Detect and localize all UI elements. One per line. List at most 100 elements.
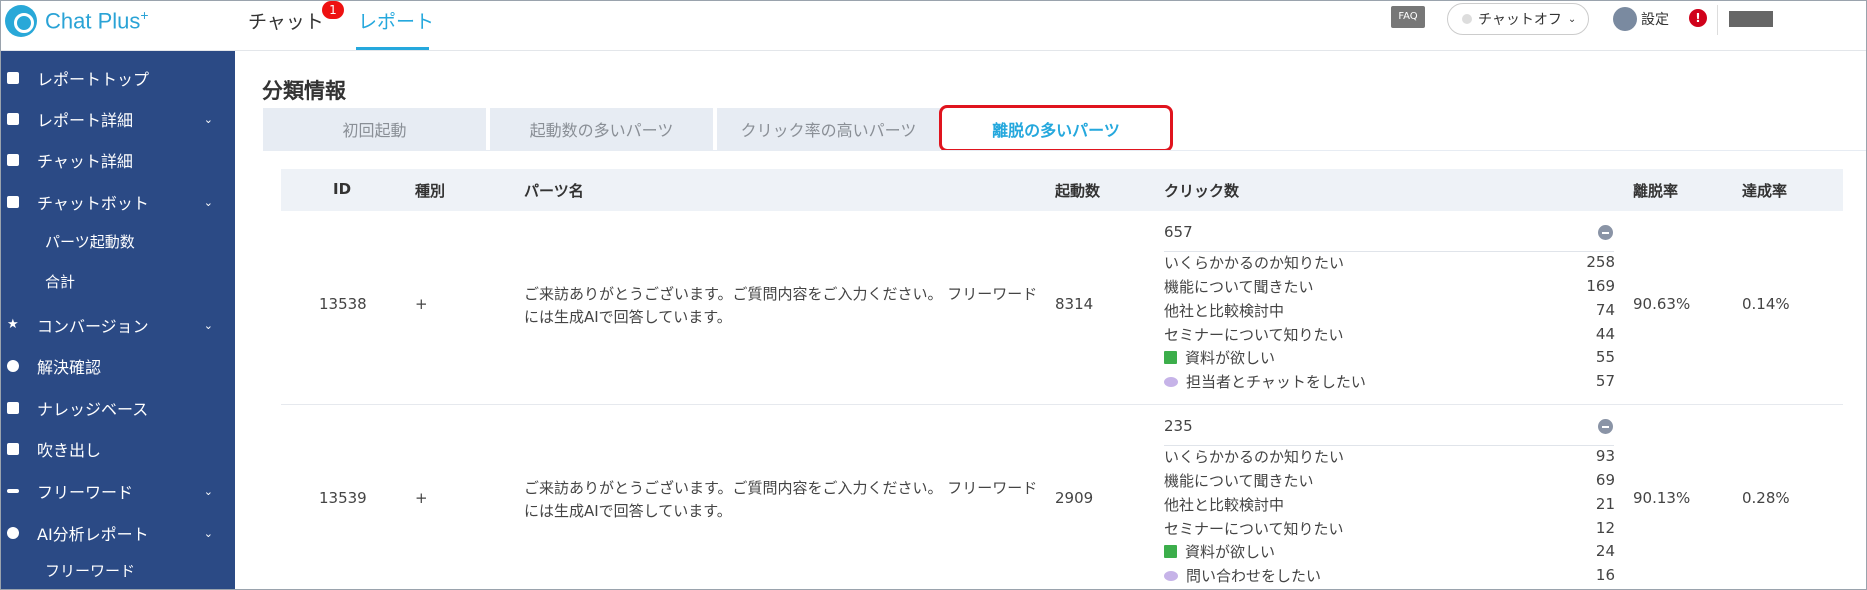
table-row: 13539 + ご来訪ありがとうございます。ご質問内容をご入力ください。 フリー… <box>281 405 1843 589</box>
active-tab-highlight <box>939 105 1173 152</box>
option-value: 12 <box>1595 519 1615 537</box>
row-achieve-rate: 0.14% <box>1742 295 1790 313</box>
active-nav-underline <box>356 47 429 50</box>
row-launches: 2909 <box>1055 489 1094 507</box>
chevron-down-icon: ⌄ <box>203 112 213 126</box>
report-icon <box>7 113 19 125</box>
chevron-down-icon: ⌄ <box>203 526 213 540</box>
option-value: 69 <box>1595 471 1615 489</box>
tab-first-launch[interactable]: 初回起動 <box>263 108 486 150</box>
sidebar-item-chatbot[interactable]: チャットボット ⌄ <box>1 185 235 219</box>
sidebar-item-knowledge-base[interactable]: ナレッジベース <box>1 391 235 425</box>
row-id: 13538 <box>319 295 367 313</box>
sidebar-item-chat-detail[interactable]: チャット詳細 <box>1 143 235 177</box>
page-title: 分類情報 <box>262 79 346 103</box>
green-book-icon <box>1164 351 1177 364</box>
sidebar-subitem-parts-launch[interactable]: パーツ起動数 <box>45 231 135 252</box>
chevron-down-icon: ⌄ <box>203 195 213 209</box>
option-label: 他社と比較検討中 <box>1164 496 1285 514</box>
book-icon <box>7 402 19 414</box>
option-value: 93 <box>1595 447 1615 465</box>
sidebar-item-free-word[interactable]: フリーワード ⌄ <box>1 474 235 508</box>
row-click-total: 657 <box>1164 223 1193 241</box>
alert-icon[interactable]: ! <box>1689 9 1707 27</box>
sidebar-item-label: レポート詳細 <box>37 111 134 130</box>
option-label-with-icon: 担当者とチャットをしたい <box>1164 371 1366 392</box>
row-bounce-rate: 90.63% <box>1633 295 1691 313</box>
sidebar-item-resolution[interactable]: 解決確認 <box>1 349 235 383</box>
table-header: ID 種別 パーツ名 起動数 クリック数 離脱率 達成率 <box>281 169 1843 211</box>
col-clicks: クリック数 <box>1164 182 1240 200</box>
row-id: 13539 <box>319 489 367 507</box>
col-bounce: 離脱率 <box>1633 182 1679 200</box>
sidebar-item-report-detail[interactable]: レポート詳細 ⌄ <box>1 102 235 136</box>
chevron-down-icon: ⌄ <box>203 484 213 498</box>
speech-bubble-icon <box>1164 377 1178 387</box>
sidebar-item-label: 解決確認 <box>37 358 102 377</box>
chat-notification-badge: 1 <box>322 1 344 19</box>
sidebar-item-label: レポートトップ <box>37 70 150 89</box>
sidebar-item-report-top[interactable]: レポートトップ <box>1 61 235 95</box>
option-label: セミナーについて知りたい <box>1164 520 1344 538</box>
sidebar-item-ai-report[interactable]: AI分析レポート ⌄ <box>1 516 235 550</box>
tab-most-launched[interactable]: 起動数の多いパーツ <box>490 108 713 150</box>
option-value: 16 <box>1595 566 1615 584</box>
option-value: 44 <box>1595 325 1615 343</box>
row-type: + <box>415 489 428 507</box>
chat-status-dropdown[interactable]: チャットオフ ⌄ <box>1447 3 1589 35</box>
option-value: 258 <box>1586 253 1615 271</box>
sidebar-subitem-total[interactable]: 合計 <box>45 271 75 292</box>
settings-link[interactable]: 設定 <box>1641 9 1669 29</box>
collapse-icon[interactable] <box>1598 225 1613 240</box>
collapse-icon[interactable] <box>1598 419 1613 434</box>
sidebar-item-label: フリーワード <box>37 483 134 502</box>
option-label: 機能について聞きたい <box>1164 278 1314 296</box>
option-label: 他社と比較検討中 <box>1164 302 1285 320</box>
nav-tab-chat[interactable]: チャット <box>248 7 324 34</box>
speech-bubble-icon <box>1164 571 1178 581</box>
speech-bubble-icon <box>7 443 19 455</box>
chat-plus-logo-icon <box>5 5 37 37</box>
chevron-down-icon: ⌄ <box>1567 13 1577 25</box>
option-value: 74 <box>1595 301 1615 319</box>
gear-icon[interactable] <box>1613 7 1637 31</box>
app-window: Chat Plus+ チャット 1 レポート FAQ チャットオフ ⌄ 設定 !… <box>0 0 1867 590</box>
top-header: Chat Plus+ チャット 1 レポート FAQ チャットオフ ⌄ 設定 ! <box>1 1 1866 51</box>
col-achieve: 達成率 <box>1742 182 1788 200</box>
option-value: 21 <box>1595 495 1615 513</box>
sidebar-subitem-ai-free-word[interactable]: フリーワード <box>45 560 135 581</box>
table-row: 13538 + ご来訪ありがとうございます。ご質問内容をご入力ください。 フリー… <box>281 211 1843 405</box>
option-label-with-icon: 資料が欲しい <box>1164 347 1275 368</box>
col-type: 種別 <box>415 182 446 200</box>
sidebar-item-label: チャットボット <box>37 194 149 213</box>
tab-high-click-rate[interactable]: クリック率の高いパーツ <box>717 108 940 150</box>
lightbulb-icon <box>7 527 19 539</box>
faq-icon[interactable]: FAQ <box>1391 6 1425 28</box>
logo-text: Chat Plus+ <box>45 7 149 34</box>
sidebar: レポートトップ レポート詳細 ⌄ チャット詳細 チャットボット ⌄ パーツ起動数… <box>1 51 235 589</box>
star-icon: ★ <box>7 317 19 332</box>
minus-icon <box>7 489 19 493</box>
option-label: いくらかかるのか知りたい <box>1164 254 1345 272</box>
nav-tab-report[interactable]: レポート <box>358 7 434 34</box>
sidebar-item-label: コンバージョン <box>37 317 149 336</box>
row-part-name: ご来訪ありがとうございます。ご質問内容をご入力ください。 フリーワードには生成A… <box>524 285 1038 326</box>
sidebar-item-conversion[interactable]: ★ コンバージョン ⌄ <box>1 308 235 342</box>
option-value: 55 <box>1595 348 1615 366</box>
option-label-with-icon: 問い合わせをしたい <box>1164 565 1321 586</box>
chat-icon <box>7 154 19 166</box>
option-value: 57 <box>1595 372 1615 390</box>
row-click-total: 235 <box>1164 417 1193 435</box>
green-book-icon <box>1164 545 1177 558</box>
dashboard-icon <box>7 72 19 84</box>
logo[interactable]: Chat Plus+ <box>5 5 149 37</box>
option-value: 169 <box>1586 277 1615 295</box>
chat-status-label: チャットオフ <box>1478 12 1562 28</box>
sidebar-item-speech-bubble[interactable]: 吹き出し <box>1 432 235 466</box>
chevron-down-icon: ⌄ <box>203 318 213 332</box>
user-name-redacted[interactable] <box>1729 11 1773 27</box>
col-id: ID <box>333 180 352 198</box>
sidebar-item-label: チャット詳細 <box>37 152 133 171</box>
col-name: パーツ名 <box>524 182 584 200</box>
sidebar-item-label: AI分析レポート <box>37 525 149 544</box>
